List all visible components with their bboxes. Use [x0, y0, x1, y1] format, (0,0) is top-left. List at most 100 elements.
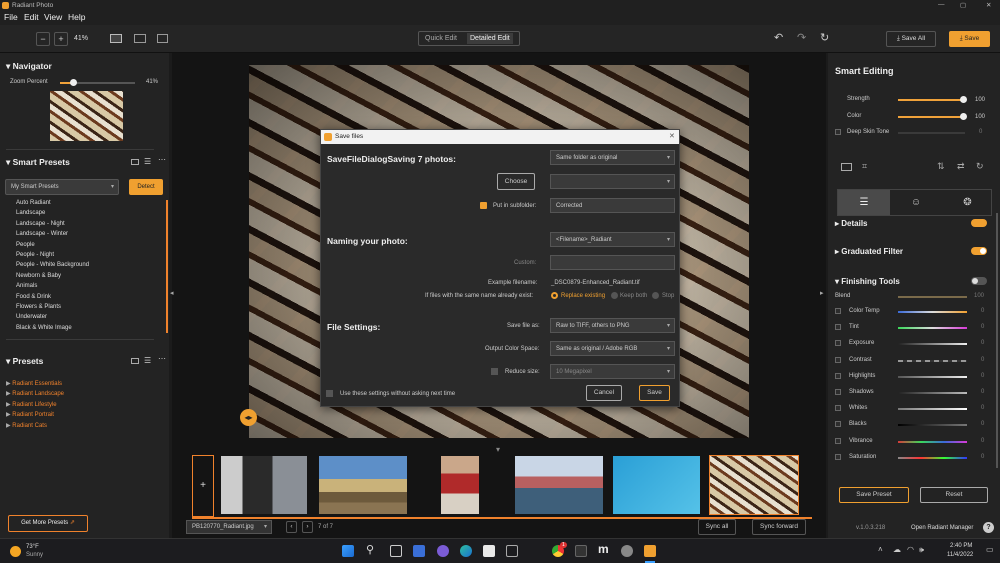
- reset-button[interactable]: Reset: [920, 487, 988, 503]
- menu-view[interactable]: View: [44, 12, 62, 22]
- tray-chevron-icon[interactable]: ˄: [878, 545, 883, 554]
- custom-input[interactable]: [550, 255, 675, 270]
- preset-category[interactable]: ▶ Radiant Cats: [6, 422, 47, 429]
- zoom-in-button[interactable]: +: [54, 32, 68, 46]
- finishing-checkbox[interactable]: [835, 308, 841, 314]
- finishing-slider[interactable]: [898, 456, 967, 459]
- collapse-left-icon[interactable]: ◂: [170, 289, 174, 297]
- flip-horizontal-icon[interactable]: ⇄: [957, 161, 965, 172]
- dialog-cancel-button[interactable]: Cancel: [586, 385, 622, 401]
- smart-preset-item[interactable]: Landscape - Winter: [16, 231, 68, 237]
- smart-preset-item[interactable]: Auto Radiant: [16, 200, 51, 206]
- filmstrip-thumb[interactable]: [515, 456, 603, 514]
- smart-presets-title[interactable]: ▾ Smart Presets: [6, 157, 70, 168]
- preset-category[interactable]: ▶ Radiant Lifestyle: [6, 401, 57, 408]
- list-view-icon[interactable]: ☰: [144, 157, 151, 166]
- finishing-checkbox[interactable]: [835, 389, 841, 395]
- collapse-filmstrip-icon[interactable]: ▾: [496, 445, 500, 454]
- filmstrip-thumb[interactable]: [221, 456, 307, 514]
- menu-file[interactable]: File: [4, 12, 18, 22]
- finishing-slider[interactable]: [898, 311, 967, 313]
- settings-icon[interactable]: [621, 545, 633, 557]
- finishing-checkbox[interactable]: [835, 356, 841, 363]
- tab-quick-edit[interactable]: Quick Edit: [425, 35, 457, 42]
- help-button[interactable]: ?: [983, 522, 994, 533]
- preset-scrollbar[interactable]: [166, 200, 168, 333]
- details-toggle[interactable]: [971, 219, 987, 227]
- reduce-checkbox[interactable]: [491, 368, 498, 375]
- finishing-checkbox[interactable]: [835, 437, 841, 444]
- graduated-filter-section[interactable]: ▸ Graduated Filter: [835, 247, 903, 256]
- edge-icon[interactable]: [460, 545, 472, 557]
- open-manager-link[interactable]: Open Radiant Manager: [911, 525, 973, 531]
- save-preset-button[interactable]: Save Preset: [839, 487, 909, 503]
- subfolder-checkbox[interactable]: [480, 202, 487, 209]
- finishing-slider[interactable]: [898, 375, 967, 378]
- smart-preset-item[interactable]: Animals: [16, 283, 37, 289]
- clock-date[interactable]: 11/4/2022: [947, 552, 973, 558]
- save-all-button[interactable]: ⤓ Save All: [886, 31, 936, 47]
- finishing-slider[interactable]: [898, 424, 967, 427]
- cloud-icon[interactable]: ☁: [893, 545, 901, 554]
- compare-view-icon[interactable]: [134, 34, 146, 43]
- smart-preset-item[interactable]: People: [16, 242, 35, 248]
- color-slider[interactable]: [898, 113, 967, 120]
- smart-preset-item[interactable]: Black & White Image: [16, 325, 72, 331]
- prev-photo-button[interactable]: ‹: [286, 521, 297, 533]
- finishing-slider[interactable]: [898, 392, 967, 394]
- finishing-checkbox[interactable]: [835, 324, 841, 331]
- remember-checkbox[interactable]: [326, 390, 333, 397]
- strength-slider[interactable]: [898, 96, 967, 103]
- presets-title[interactable]: ▾ Presets: [6, 356, 43, 367]
- blend-slider[interactable]: [898, 296, 967, 298]
- finishing-checkbox[interactable]: [835, 421, 841, 428]
- sliders-tab-icon[interactable]: ☰: [838, 190, 890, 215]
- detect-button[interactable]: Detect: [129, 179, 163, 195]
- smart-preset-item[interactable]: People - White Background: [16, 262, 89, 268]
- minimize-button[interactable]: —: [938, 1, 945, 8]
- undo-icon[interactable]: ↶: [774, 31, 783, 44]
- smart-preset-item[interactable]: Flowers & Plants: [16, 304, 61, 310]
- more-icon[interactable]: ⋯: [158, 354, 166, 363]
- maximize-button[interactable]: ▢: [960, 1, 966, 9]
- filename-select[interactable]: PB120770_Radiant.jpg: [186, 520, 272, 534]
- rotate-icon[interactable]: ↻: [976, 161, 984, 172]
- filmstrip-thumb[interactable]: [319, 456, 407, 514]
- next-photo-button[interactable]: ›: [302, 521, 313, 533]
- radiant-taskbar-icon[interactable]: [644, 545, 656, 557]
- finishing-slider[interactable]: [898, 343, 967, 346]
- reduce-select[interactable]: 10 Megapixel: [550, 364, 675, 379]
- preset-category[interactable]: ▶ Radiant Portrait: [6, 411, 54, 418]
- smart-preset-item[interactable]: Food & Drink: [16, 294, 51, 300]
- chat-icon[interactable]: [437, 545, 449, 557]
- saveas-select[interactable]: Raw to TIFF, others to PNG: [550, 318, 675, 333]
- widgets-icon[interactable]: [413, 545, 425, 557]
- deep-skin-checkbox[interactable]: [835, 129, 841, 135]
- sync-all-button[interactable]: Sync all: [698, 519, 736, 535]
- grid-view-icon[interactable]: [131, 358, 139, 364]
- smart-presets-select[interactable]: My Smart Presets: [5, 179, 119, 195]
- redo-icon[interactable]: ↷: [797, 31, 806, 44]
- smart-preset-item[interactable]: People - Night: [16, 252, 54, 258]
- zoom-out-button[interactable]: −: [36, 32, 50, 46]
- tab-detailed-edit[interactable]: Detailed Edit: [467, 33, 513, 44]
- close-window-button[interactable]: ✕: [986, 1, 991, 9]
- naming-select[interactable]: <Filename>_Radiant: [550, 232, 675, 247]
- preset-category[interactable]: ▶ Radiant Essentials: [6, 380, 62, 387]
- finishing-checkbox[interactable]: [835, 453, 841, 460]
- crop-view-icon[interactable]: [157, 34, 168, 43]
- flip-vertical-icon[interactable]: ⇅: [937, 161, 945, 172]
- details-section[interactable]: ▸ Details: [835, 219, 867, 228]
- before-after-handle[interactable]: ◂▸: [240, 409, 257, 426]
- keep-both-radio[interactable]: [611, 292, 618, 299]
- replace-radio[interactable]: [551, 292, 558, 299]
- right-scrollbar[interactable]: [996, 213, 998, 468]
- deep-skin-slider[interactable]: [898, 132, 965, 134]
- filmstrip-thumb[interactable]: [613, 456, 700, 514]
- sync-forward-button[interactable]: Sync forward: [752, 519, 806, 535]
- wifi-icon[interactable]: ◠: [907, 545, 914, 554]
- graduated-filter-toggle[interactable]: [971, 247, 987, 255]
- search-icon[interactable]: ⚲: [366, 543, 374, 556]
- finishing-tools-section[interactable]: ▾ Finishing Tools: [835, 277, 900, 286]
- crop-icon[interactable]: ⌗: [862, 161, 867, 172]
